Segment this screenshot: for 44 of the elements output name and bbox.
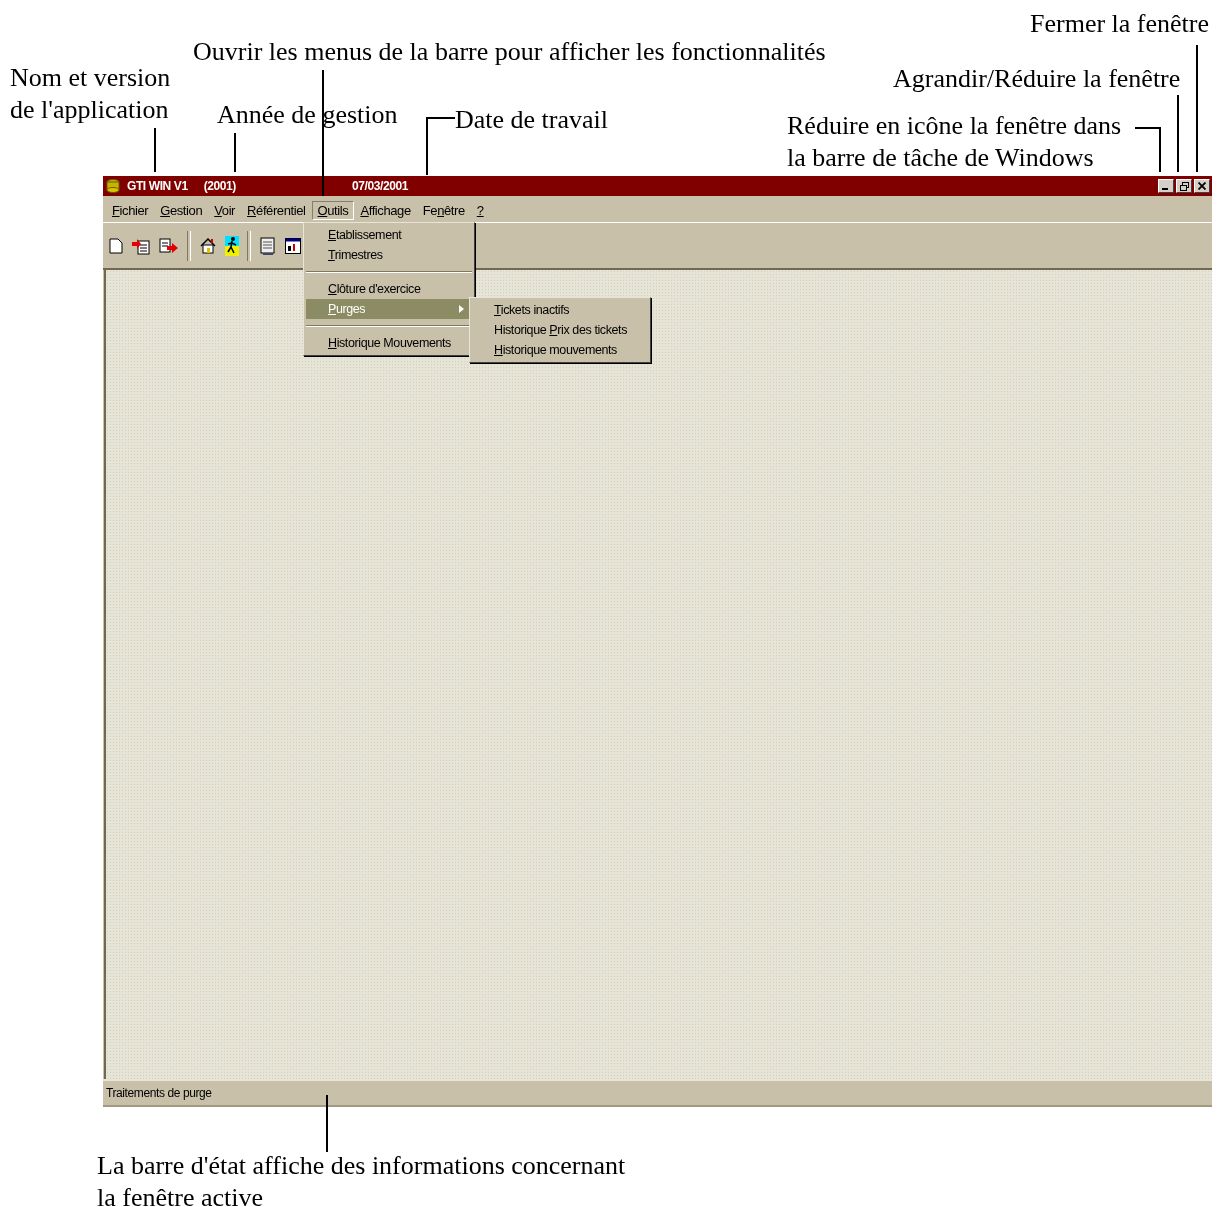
- close-icon: [1198, 182, 1206, 190]
- menu-option[interactable]: Historique mouvements: [472, 340, 648, 360]
- menu-option[interactable]: Tickets inactifs: [472, 300, 648, 320]
- annotation-text: Nom et version de l'application: [10, 62, 171, 126]
- close-button[interactable]: [1194, 179, 1210, 193]
- annotation-text: Agrandir/Réduire la fenêtre: [893, 63, 1181, 95]
- annotation-text: Ouvrir les menus de la barre pour afficher les fonctionnalités: [193, 36, 826, 68]
- menu-option[interactable]: Historique Mouvements: [306, 333, 472, 353]
- restore-button[interactable]: [1176, 179, 1192, 193]
- leader-line: [426, 117, 456, 176]
- working-date: 07/03/2001: [351, 179, 409, 193]
- annotation-text: Date de travail: [455, 104, 609, 136]
- leader-line: [1134, 127, 1161, 173]
- minimize-button[interactable]: [1158, 179, 1174, 193]
- running-person-icon[interactable]: [225, 235, 239, 256]
- leader-line: [154, 127, 156, 173]
- menu-option[interactable]: Trimestres: [306, 245, 472, 265]
- new-document-icon[interactable]: [109, 237, 123, 254]
- menu-option[interactable]: Clôture d'exercice: [306, 279, 472, 299]
- export-document-icon[interactable]: [159, 236, 179, 255]
- annotation-text: Fermer la fenêtre: [1030, 8, 1209, 40]
- menu-item[interactable]: Référentiel: [241, 200, 312, 220]
- menu-item[interactable]: Affichage: [354, 200, 417, 220]
- status-text: Traitements de purge: [106, 1086, 212, 1100]
- menu-item[interactable]: ?: [470, 200, 490, 220]
- application-name: GTI WIN V1: [127, 179, 188, 193]
- notepad-icon[interactable]: [259, 235, 277, 256]
- leader-line: [326, 1094, 328, 1153]
- chart-window-icon[interactable]: [285, 237, 301, 254]
- menu-option[interactable]: Historique Prix des tickets: [472, 320, 648, 340]
- menu-item[interactable]: Gestion: [154, 200, 209, 220]
- leader-line: [234, 132, 236, 173]
- menu-item[interactable]: Fichier: [106, 200, 155, 220]
- menu-option[interactable]: Etablissement: [306, 225, 472, 245]
- menu-item[interactable]: Fenêtre: [416, 200, 471, 220]
- menu-item[interactable]: Outils: [311, 200, 355, 220]
- annotation-text: Réduire en icône la fenêtre dans la barre de tâche de Windows: [787, 110, 1122, 174]
- restore-icon: [1179, 181, 1189, 191]
- annotation-text: La barre d'état affiche des informations concernant la fenêtre active: [97, 1150, 626, 1207]
- home-icon[interactable]: [199, 236, 217, 255]
- management-year: (2001): [203, 179, 236, 193]
- menu-item[interactable]: Voir: [208, 200, 242, 220]
- coins-icon: [105, 178, 121, 194]
- annotation-text: Année de gestion: [217, 99, 398, 131]
